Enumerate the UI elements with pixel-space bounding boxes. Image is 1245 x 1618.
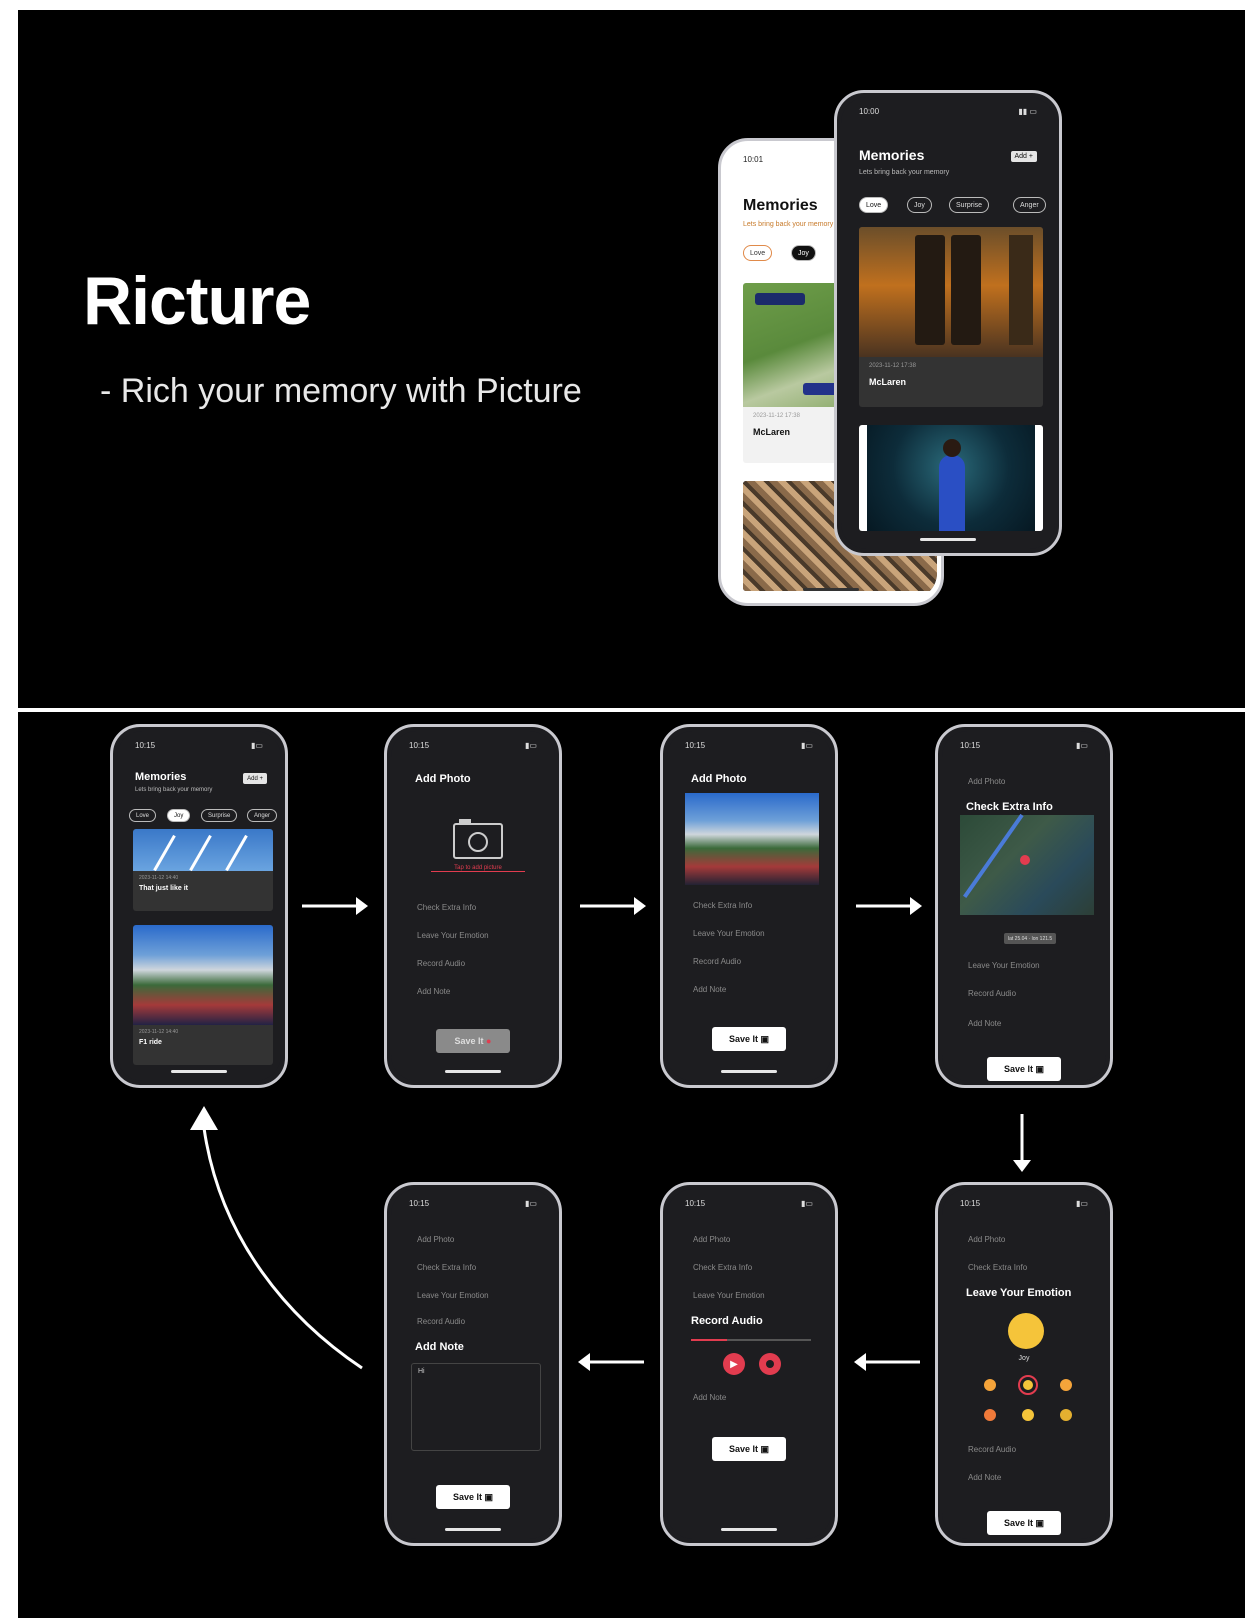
arrow-down-icon [1013,1114,1031,1172]
emotion-label: Joy [1018,1355,1030,1362]
chip-joy[interactable]: Joy [907,197,932,213]
flow-note-screen: 10:15 ▮▭ Add Photo Check Extra Info Leave… [384,1182,562,1546]
save-icon: ▣ [1035,1063,1045,1074]
flow-add-photo-selected-screen: 10:15 ▮▭ Add Photo Check Extra Info Leave… [660,724,838,1088]
emoji-option-icon[interactable] [1060,1409,1072,1421]
record-icon[interactable] [759,1353,781,1375]
add-memory-button[interactable]: Add + [1010,151,1037,162]
chip-joy[interactable]: Joy [167,809,191,822]
chip-surprise[interactable]: Surprise [949,197,990,213]
emoji-option-icon[interactable] [984,1409,996,1421]
save-button[interactable]: Save It ▣ [987,1511,1061,1535]
arrow-left-icon [854,1353,920,1371]
canvas: Ricture - Rich your memory with Picture … [0,0,1245,1618]
arrow-right-icon [856,897,922,915]
app-title: Ricture [83,263,311,339]
chip-love[interactable]: Love [743,245,773,261]
emoji-option-icon[interactable] [1022,1409,1034,1421]
emoji-option-icon[interactable] [984,1379,996,1391]
memories-subtitle: Lets bring back your memory [859,169,950,176]
memories-title: Memories [743,197,818,214]
airshow-photo [133,829,273,872]
app-tagline: - Rich your memory with Picture [100,372,582,410]
arrow-right-icon [302,897,368,915]
battery-icon: ▮▭ [525,741,537,750]
concert-photo [867,425,1035,531]
arrow-left-icon [578,1353,644,1371]
memory-card[interactable]: 2023-11-12 14:40 F1 ride [133,925,273,1065]
chip-love[interactable]: Love [859,197,889,213]
flow-extra-info-screen: 10:15 ▮▭ Add Photo Check Extra Info lat 2… [935,724,1113,1088]
battery-icon: ▮▭ [1076,1199,1088,1208]
camera-hint: Tap to add picture [431,865,525,872]
save-icon: ▣ [760,1033,770,1044]
battery-icon: ▮▭ [801,741,813,750]
save-button[interactable]: Save It ▣ [712,1437,786,1461]
phone-dark-mode: 10:00 ▮▮ ▭ Memories Add + Lets bring back… [834,90,1062,556]
save-button[interactable]: Save It ▣ [712,1027,786,1051]
audio-progress [691,1339,811,1341]
flow-home-screen: 10:15 ▮▭ Memories Add + Lets bring back y… [110,724,288,1088]
save-button[interactable]: Save It ▣ [436,1485,510,1509]
battery-icon: ▮▭ [1076,741,1088,750]
memories-title: Memories [859,147,925,163]
save-icon: ▣ [484,1491,494,1502]
chip-joy[interactable]: Joy [791,245,816,261]
save-button[interactable]: Save It ● [436,1029,510,1053]
battery-icon: ▮▭ [525,1199,537,1208]
arrow-right-icon [580,897,646,915]
play-icon[interactable]: ▶ [723,1353,745,1375]
chip-surprise[interactable]: Surprise [201,809,238,822]
add-memory-button[interactable]: Add + [243,773,267,784]
memory-card[interactable] [859,425,1043,531]
flow-audio-screen: 10:15 ▮▭ Add Photo Check Extra Info Leave… [660,1182,838,1546]
selected-photo[interactable] [685,793,819,885]
note-textarea[interactable]: Hi [411,1363,541,1451]
save-icon: ● [486,1036,492,1046]
chip-love[interactable]: Love [129,809,157,822]
chip-anger[interactable]: Anger [1013,197,1046,213]
emoji-option-selected-icon[interactable] [1018,1375,1038,1395]
memories-subtitle: Lets bring back your memory [743,221,834,228]
chip-anger[interactable]: Anger [247,809,278,822]
location-map[interactable] [960,813,1094,915]
memory-card[interactable]: 2023-11-12 14:40 That just like it [133,829,273,911]
save-button[interactable]: Save It ▣ [987,1057,1061,1081]
battery-icon: ▮▮ ▭ [1018,107,1037,116]
arrow-curved-up-icon [190,1106,363,1370]
save-icon: ▣ [760,1443,770,1454]
map-pin-icon [1020,855,1030,865]
mclaren-bottles-photo [859,227,1043,357]
laughing-emoji-icon [1008,1313,1044,1349]
battery-icon: ▮▭ [801,1199,813,1208]
camera-icon[interactable] [453,819,503,859]
memory-card[interactable]: 2023-11-12 17:38 McLaren [859,227,1043,407]
flow-emotion-screen: 10:15 ▮▭ Add Photo Check Extra Info Leave… [935,1182,1113,1546]
flow-add-photo-screen: 10:15 ▮▭ Add Photo Tap to add picture Che… [384,724,562,1088]
battery-icon: ▮▭ [251,741,263,750]
stadium-photo [133,925,273,1025]
coordinates-readout: lat 25.04 · lon 121.5 [1004,933,1057,944]
emoji-option-icon[interactable] [1060,1379,1072,1391]
save-icon: ▣ [1035,1517,1045,1528]
